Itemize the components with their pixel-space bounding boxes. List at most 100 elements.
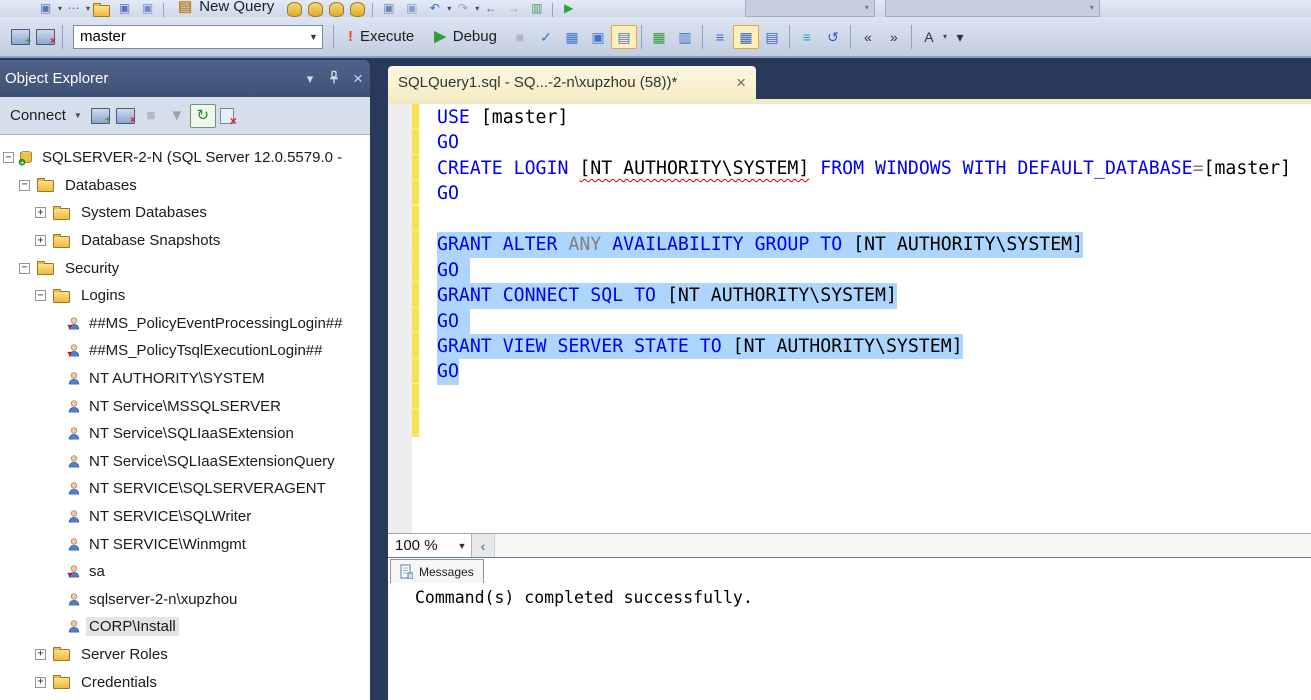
code-line[interactable]: GRANT VIEW SERVER STATE TO [NT AUTHORITY…	[437, 334, 1311, 359]
expand-icon[interactable]: +	[35, 235, 46, 246]
code-line[interactable]: GRANT ALTER ANY AVAILABILITY GROUP TO [N…	[437, 232, 1311, 257]
database-engine-query-icon[interactable]	[287, 2, 302, 17]
parse-icon[interactable]: ✓	[533, 25, 559, 49]
disconnect-connection-icon[interactable]: ×	[36, 29, 55, 45]
xmla-query-icon[interactable]	[350, 2, 365, 17]
save-icon[interactable]: ▣	[113, 0, 136, 17]
code-line[interactable]: GO	[437, 181, 1311, 206]
code-text[interactable]: USE [master]GOCREATE LOGIN [NT AUTHORITY…	[437, 105, 1311, 385]
tree-item[interactable]: +Credentials	[0, 668, 370, 696]
start-icon[interactable]: ▶	[557, 0, 580, 17]
window-doc-icon-1[interactable]: ▣	[377, 0, 400, 17]
zoom-level-select[interactable]: 100 % ▼	[388, 534, 472, 557]
connect-object-explorer-icon[interactable]: +	[91, 108, 110, 124]
navigate-forward-icon[interactable]: →	[502, 0, 525, 17]
close-icon[interactable]: ×	[736, 74, 746, 91]
expand-icon[interactable]: +	[35, 207, 46, 218]
actual-plan-icon[interactable]: ▦	[646, 25, 672, 49]
execute-button[interactable]: !Execute	[338, 26, 424, 47]
estimated-plan-icon[interactable]: ▦	[559, 25, 585, 49]
open-file-icon[interactable]	[93, 5, 110, 17]
new-query-button[interactable]: ▤New Query	[168, 0, 284, 17]
client-statistics-icon[interactable]: ▥	[672, 25, 698, 49]
decrease-indent-icon[interactable]: «	[855, 25, 881, 49]
collapse-icon[interactable]: −	[3, 152, 14, 163]
tree-item[interactable]: NT SERVICE\SQLSERVERAGENT	[0, 475, 370, 503]
tab-sqlquery1[interactable]: SQLQuery1.sql - SQ...-2-n\xupzhou (58))*…	[388, 66, 756, 99]
comment-lines-icon[interactable]: ≡	[794, 25, 820, 49]
tree-item[interactable]: NT AUTHORITY\SYSTEM	[0, 365, 370, 393]
connect-button[interactable]: Connect ▼	[4, 105, 88, 126]
toolbar-combo-1[interactable]: ▾	[745, 0, 875, 17]
show-results-pane-icon[interactable]: ▤	[611, 25, 637, 49]
results-to-grid-icon[interactable]: ▦	[733, 25, 759, 49]
tree-item[interactable]: NT SERVICE\SQLWriter	[0, 503, 370, 531]
window-position-icon[interactable]: ▾	[298, 71, 322, 87]
stop-icon[interactable]: ■	[138, 104, 164, 128]
disconnect-object-explorer-icon[interactable]: ×	[116, 108, 135, 124]
tree-item[interactable]: +System Databases	[0, 199, 370, 227]
collapse-icon[interactable]: −	[35, 290, 46, 301]
refresh-icon[interactable]: ↻	[190, 104, 216, 128]
code-line[interactable]: CREATE LOGIN [NT AUTHORITY\SYSTEM] FROM …	[437, 156, 1311, 181]
query-designer-icon[interactable]: ▣	[585, 25, 611, 49]
more-windows-icon[interactable]: ⋯▾	[62, 0, 90, 17]
expand-icon[interactable]: +	[35, 677, 46, 688]
uncomment-lines-icon[interactable]: ↺	[820, 25, 846, 49]
tree-item[interactable]: sa	[0, 558, 370, 586]
results-to-text-icon[interactable]: ≡	[707, 25, 733, 49]
tree-item[interactable]: +Database Snapshots	[0, 227, 370, 255]
redo-icon[interactable]: ↷▾	[451, 0, 479, 17]
window-doc-icon-2[interactable]: ▣	[400, 0, 423, 17]
object-explorer-tree[interactable]: −SQLSERVER-2-N (SQL Server 12.0.5579.0 -…	[0, 135, 370, 700]
tree-item[interactable]: NT SERVICE\Winmgmt	[0, 530, 370, 558]
query-editor[interactable]: USE [master]GOCREATE LOGIN [NT AUTHORITY…	[388, 104, 1311, 533]
close-icon[interactable]: ×	[346, 69, 370, 89]
stop-icon[interactable]: ■	[507, 25, 533, 49]
collapse-icon[interactable]: −	[19, 180, 30, 191]
save-all-icon[interactable]: ▣	[136, 0, 159, 17]
filter-icon[interactable]: ▼	[164, 104, 190, 128]
mdx-query-icon[interactable]	[308, 2, 323, 17]
code-line[interactable]: GO	[437, 130, 1311, 155]
debug-button[interactable]: ▶Debug	[424, 26, 507, 47]
toolbar-options-button[interactable]: ▾	[947, 25, 973, 49]
editor-selection-margin[interactable]	[388, 104, 412, 533]
undo-icon[interactable]: ↶▾	[423, 0, 451, 17]
tree-item[interactable]: −Security	[0, 254, 370, 282]
horizontal-scrollbar[interactable]	[495, 534, 1311, 557]
expand-icon[interactable]: +	[35, 649, 46, 660]
navigate-back-icon[interactable]: ←	[479, 0, 502, 17]
change-case-icon[interactable]: A▾	[916, 25, 947, 49]
toolbar-combo-2[interactable]: ▾	[885, 0, 1100, 17]
pin-icon[interactable]	[322, 70, 346, 88]
collapse-icon[interactable]: −	[19, 263, 30, 274]
tree-item[interactable]: ##MS_PolicyTsqlExecutionLogin##	[0, 337, 370, 365]
tree-item[interactable]: ##MS_PolicyEventProcessingLogin##	[0, 310, 370, 338]
tree-item[interactable]: +Server Roles	[0, 641, 370, 669]
tree-item[interactable]: NT Service\SQLIaaSExtension	[0, 420, 370, 448]
code-line[interactable]	[437, 207, 1311, 232]
change-connection-icon[interactable]: +	[11, 29, 30, 45]
tree-item[interactable]: sqlserver-2-n\xupzhou	[0, 586, 370, 614]
tree-item[interactable]: CORP\Install	[0, 613, 370, 641]
code-line[interactable]: USE [master]	[437, 105, 1311, 130]
code-line[interactable]: GO	[437, 309, 1311, 334]
activity-monitor-icon[interactable]: ▥	[525, 0, 548, 17]
tree-item[interactable]: NT Service\SQLIaaSExtensionQuery	[0, 448, 370, 476]
hscroll-left-button[interactable]: ‹	[472, 534, 495, 557]
tab-messages[interactable]: Messages	[390, 559, 484, 583]
database-combo[interactable]: master▼	[73, 25, 323, 49]
script-icon[interactable]: ×	[220, 108, 234, 124]
tree-item[interactable]: −Databases	[0, 172, 370, 200]
tree-item[interactable]: NT Service\MSSQLSERVER	[0, 392, 370, 420]
tree-item[interactable]: −SQLSERVER-2-N (SQL Server 12.0.5579.0 -	[0, 144, 370, 172]
tree-item[interactable]: −Logins	[0, 282, 370, 310]
code-line[interactable]: GRANT CONNECT SQL TO [NT AUTHORITY\SYSTE…	[437, 283, 1311, 308]
results-to-file-icon[interactable]: ▤	[759, 25, 785, 49]
code-line[interactable]: GO	[437, 359, 1311, 384]
code-line[interactable]: GO	[437, 258, 1311, 283]
increase-indent-icon[interactable]: »	[881, 25, 907, 49]
new-file-icon[interactable]: ▣▾	[34, 0, 62, 17]
dmx-query-icon[interactable]	[329, 2, 344, 17]
